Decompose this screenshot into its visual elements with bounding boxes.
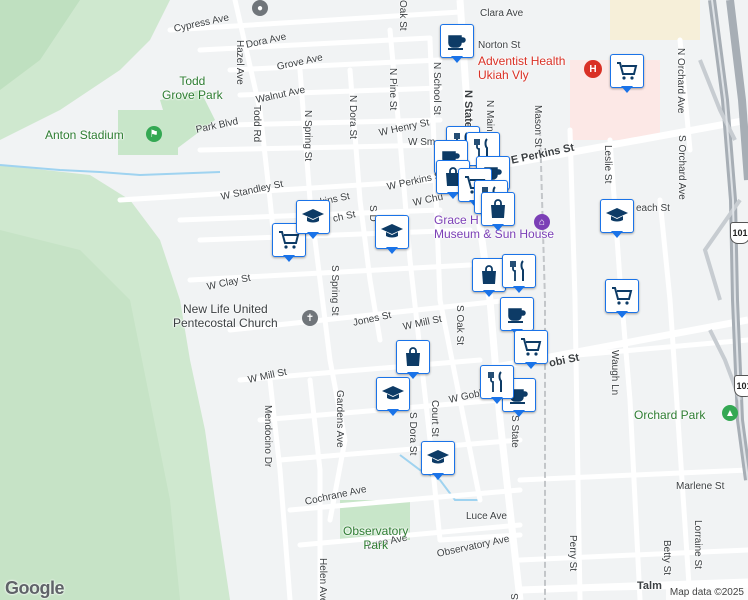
shopping-bag-icon (406, 347, 420, 366)
street-n-spring-st: N Spring St (302, 110, 313, 162)
place-adventist-health[interactable]: Adventist Health Ukiah Vly (478, 54, 565, 82)
street-todd-rd: Todd Rd (251, 105, 262, 143)
cafe-marker[interactable] (440, 24, 474, 64)
place-new-life-church[interactable]: New Life United Pentecostal Church (173, 302, 278, 330)
church-icon[interactable]: ✝ (302, 310, 318, 326)
highway-101-shield: 101 (730, 222, 748, 244)
place-anton-stadium[interactable]: Anton Stadium (45, 128, 124, 142)
coffee-cup-icon (508, 308, 526, 323)
street-oak-st-top: Oak St (397, 0, 408, 31)
street-norton-st: Norton St (478, 40, 521, 51)
street-luce-ave-2: Luce Ave (466, 511, 507, 522)
street-s-state-lower: S State (509, 415, 520, 448)
grocery-marker[interactable] (514, 330, 548, 370)
stadium-icon[interactable]: ⚑ (146, 126, 162, 142)
street-s-spring-st: S Spring St (329, 265, 340, 316)
map-canvas[interactable]: Cypress Ave Dora Ave Grove Ave Walnut Av… (0, 0, 748, 600)
grocery-marker[interactable] (605, 279, 639, 319)
school-marker[interactable] (375, 215, 409, 255)
highway-101-shield-south: 101 (734, 375, 748, 397)
place-observatory-park[interactable]: Observatory Park (343, 524, 408, 552)
grocery-marker[interactable] (610, 54, 644, 94)
street-clara-ave: Clara Ave (480, 8, 524, 19)
street-n-orchard-ave: N Orchard Ave (675, 48, 686, 114)
street-perry-st: Perry St (567, 535, 578, 572)
school-marker[interactable] (600, 199, 634, 239)
street-leslie-st: Leslie St (602, 145, 613, 184)
hospital-icon[interactable]: H (584, 60, 602, 78)
graduation-cap-icon (427, 450, 449, 464)
graduation-cap-icon (302, 209, 324, 223)
shopping-cart-icon (617, 62, 638, 80)
street-talm: Talm (637, 580, 662, 592)
street-n-school-st: N School St (431, 62, 442, 115)
street-mendocino-dr: Mendocino Dr (262, 405, 273, 468)
store-marker[interactable] (472, 258, 506, 298)
school-marker[interactable] (296, 200, 330, 240)
graduation-cap-icon (382, 386, 404, 400)
street-gardens-ave: Gardens Ave (334, 390, 345, 448)
poi-top-icon[interactable]: ● (252, 0, 268, 16)
map-data-attribution[interactable]: Map data ©2025 (665, 585, 748, 600)
street-beach-st: each St (636, 203, 670, 214)
store-marker[interactable] (481, 192, 515, 232)
street-s-orchard-ave: S Orchard Ave (676, 135, 687, 200)
restaurant-marker[interactable] (480, 365, 514, 405)
restaurant-marker[interactable] (502, 254, 536, 294)
shopping-cart-icon (521, 338, 542, 356)
street-state-bottom: S (510, 593, 521, 600)
street-betty-st: Betty St (661, 540, 672, 576)
graduation-cap-icon (381, 224, 403, 238)
street-waugh-ln: Waugh Ln (609, 350, 620, 396)
street-lorraine-st: Lorraine St (692, 520, 703, 569)
street-n-dora-st: N Dora St (347, 95, 358, 139)
place-orchard-park[interactable]: Orchard Park (634, 408, 705, 422)
shopping-cart-icon (612, 287, 633, 305)
street-s-oak-st: S Oak St (454, 305, 465, 346)
park-tree-icon[interactable]: ▲ (722, 405, 738, 421)
shopping-bag-icon (491, 199, 505, 218)
street-marlene-st: Marlene St (676, 481, 725, 492)
museum-icon[interactable]: ⌂ (534, 214, 550, 230)
graduation-cap-icon (606, 208, 628, 222)
street-helen-ave: Helen Ave (317, 558, 328, 600)
street-mason-st: Mason St (532, 105, 543, 148)
fork-knife-icon (488, 371, 502, 392)
shopping-bag-icon (482, 265, 496, 284)
place-todd-grove-park[interactable]: Todd Grove Park (162, 74, 223, 102)
store-marker[interactable] (396, 340, 430, 380)
street-s-dora-st: S Dora St (407, 412, 418, 456)
google-logo: Google (5, 578, 65, 598)
street-n-pine-st: N Pine St (387, 68, 398, 111)
fork-knife-icon (510, 260, 524, 281)
street-w-smith-st: W Sm (408, 137, 436, 148)
school-marker[interactable] (376, 377, 410, 417)
coffee-cup-icon (448, 35, 466, 50)
school-marker[interactable] (421, 441, 455, 481)
street-hazel-ave: Hazel Ave (234, 40, 245, 85)
street-court-st: Court St (429, 400, 440, 437)
